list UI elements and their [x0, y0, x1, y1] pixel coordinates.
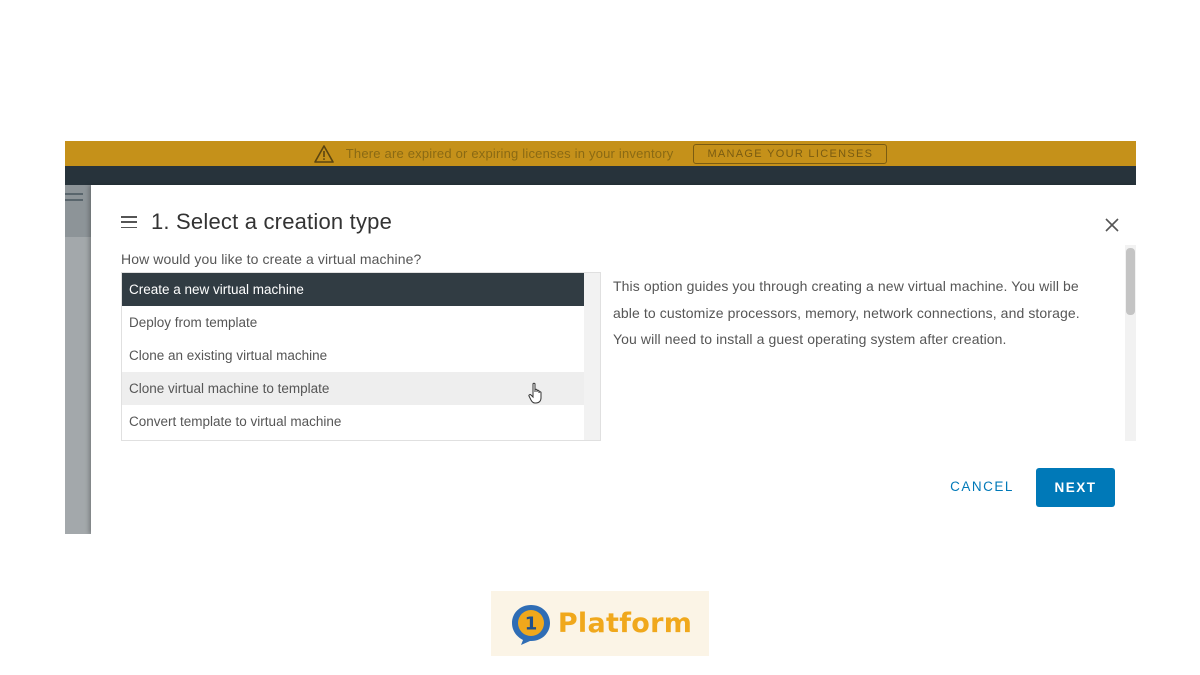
creation-type-options: Create a new virtual machine Deploy from… [122, 273, 584, 438]
option-create-new-vm[interactable]: Create a new virtual machine [122, 273, 584, 306]
list-scrollbar[interactable] [584, 273, 600, 440]
vsphere-screenshot: There are expired or expiring licenses i… [65, 141, 1136, 534]
warning-triangle-icon [313, 144, 334, 163]
platform-logo: 1 Platform [491, 591, 709, 656]
hand-pointer-icon [528, 382, 542, 404]
creation-type-list: Create a new virtual machine Deploy from… [121, 272, 601, 441]
option-clone-vm-to-template[interactable]: Clone virtual machine to template [122, 372, 584, 405]
logo-number: 1 [525, 613, 538, 634]
dialog-scrollbar-thumb[interactable] [1126, 248, 1135, 315]
app-header [65, 166, 1136, 185]
sidebar-menu-icon[interactable] [65, 193, 83, 207]
option-deploy-from-template[interactable]: Deploy from template [122, 306, 584, 339]
next-button[interactable]: NEXT [1036, 468, 1115, 507]
creation-question: How would you like to create a virtual m… [121, 251, 422, 267]
license-warning-banner: There are expired or expiring licenses i… [65, 141, 1136, 166]
platform-logo-icon: 1 [511, 604, 550, 645]
banner-message: There are expired or expiring licenses i… [345, 146, 674, 161]
new-vm-dialog: 1. Select a creation type How would you … [91, 185, 1136, 534]
sidebar-panel [65, 237, 91, 534]
close-icon[interactable] [1103, 216, 1121, 234]
logo-text: Platform [557, 608, 693, 639]
dialog-title: 1. Select a creation type [151, 209, 393, 234]
option-clone-existing-vm[interactable]: Clone an existing virtual machine [122, 339, 584, 372]
cancel-button[interactable]: CANCEL [942, 468, 1022, 506]
dialog-header: 1. Select a creation type [121, 209, 392, 235]
option-convert-template-to-vm[interactable]: Convert template to virtual machine [122, 405, 584, 438]
dialog-scrollbar[interactable] [1125, 245, 1136, 441]
hamburger-icon[interactable] [121, 216, 137, 228]
manage-licenses-button[interactable]: MANAGE YOUR LICENSES [693, 143, 888, 164]
option-description: This option guides you through creating … [613, 278, 1080, 347]
sidebar [65, 185, 91, 534]
